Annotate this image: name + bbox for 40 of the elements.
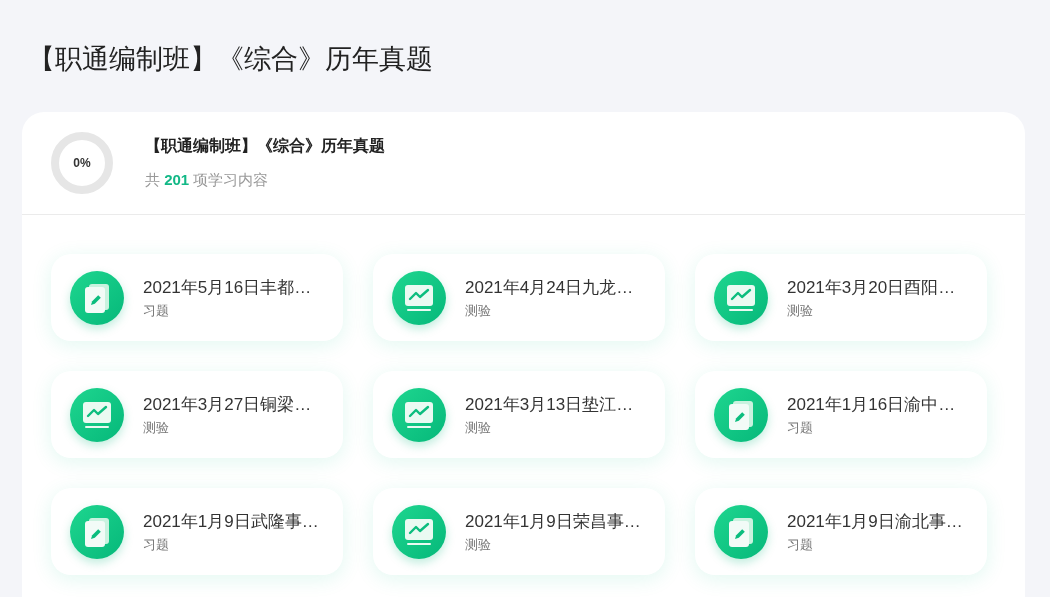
chart-monitor-icon bbox=[404, 283, 434, 312]
lesson-type: 测验 bbox=[787, 301, 814, 320]
lesson-card[interactable]: 2021年1月9日武隆事… 习题 bbox=[51, 488, 343, 575]
lesson-title: 2021年3月13日垫江… bbox=[465, 393, 634, 416]
lesson-type: 测验 bbox=[465, 301, 492, 320]
course-summary: 共 201 项学习内容 bbox=[145, 171, 270, 190]
lesson-type: 测验 bbox=[143, 418, 170, 437]
course-title: 【职通编制班】《综合》历年真题 bbox=[145, 136, 385, 156]
chart-monitor-icon bbox=[726, 283, 756, 312]
lesson-card[interactable]: 2021年1月9日渝北事… 习题 bbox=[695, 488, 987, 575]
chart-monitor-icon bbox=[82, 400, 112, 429]
lesson-title: 2021年1月9日武隆事… bbox=[143, 510, 319, 533]
notebook-pencil-icon bbox=[726, 398, 756, 431]
progress-label: 0% bbox=[73, 156, 91, 170]
lesson-title: 2021年1月9日荣昌事… bbox=[465, 510, 641, 533]
lesson-type: 习题 bbox=[143, 535, 170, 554]
lesson-title: 2021年1月9日渝北事… bbox=[787, 510, 963, 533]
chart-monitor-icon bbox=[404, 400, 434, 429]
lesson-card[interactable]: 2021年1月16日渝中… 习题 bbox=[695, 371, 987, 458]
lesson-title: 2021年5月16日丰都… bbox=[143, 276, 312, 299]
lesson-card[interactable]: 2021年3月27日铜梁… 测验 bbox=[51, 371, 343, 458]
notebook-pencil-icon bbox=[82, 281, 112, 314]
lesson-title: 2021年1月16日渝中… bbox=[787, 393, 956, 416]
chart-monitor-icon bbox=[404, 517, 434, 546]
lesson-title: 2021年3月20日酉阳… bbox=[787, 276, 956, 299]
page-title: 【职通编制班】《综合》历年真题 bbox=[28, 43, 434, 76]
lesson-title: 2021年4月24日九龙… bbox=[465, 276, 634, 299]
notebook-pencil-icon bbox=[82, 515, 112, 548]
lesson-type: 习题 bbox=[787, 418, 814, 437]
lesson-type: 测验 bbox=[465, 418, 492, 437]
lesson-card[interactable]: 2021年1月9日荣昌事… 测验 bbox=[373, 488, 665, 575]
lesson-card[interactable]: 2021年3月13日垫江… 测验 bbox=[373, 371, 665, 458]
lesson-title: 2021年3月27日铜梁… bbox=[143, 393, 312, 416]
lesson-card[interactable]: 2021年4月24日九龙… 测验 bbox=[373, 254, 665, 341]
lesson-type: 习题 bbox=[143, 301, 170, 320]
lesson-type: 习题 bbox=[787, 535, 814, 554]
lesson-card[interactable]: 2021年5月16日丰都… 习题 bbox=[51, 254, 343, 341]
lesson-card[interactable]: 2021年3月20日酉阳… 测验 bbox=[695, 254, 987, 341]
notebook-pencil-icon bbox=[726, 515, 756, 548]
lesson-type: 测验 bbox=[465, 535, 492, 554]
